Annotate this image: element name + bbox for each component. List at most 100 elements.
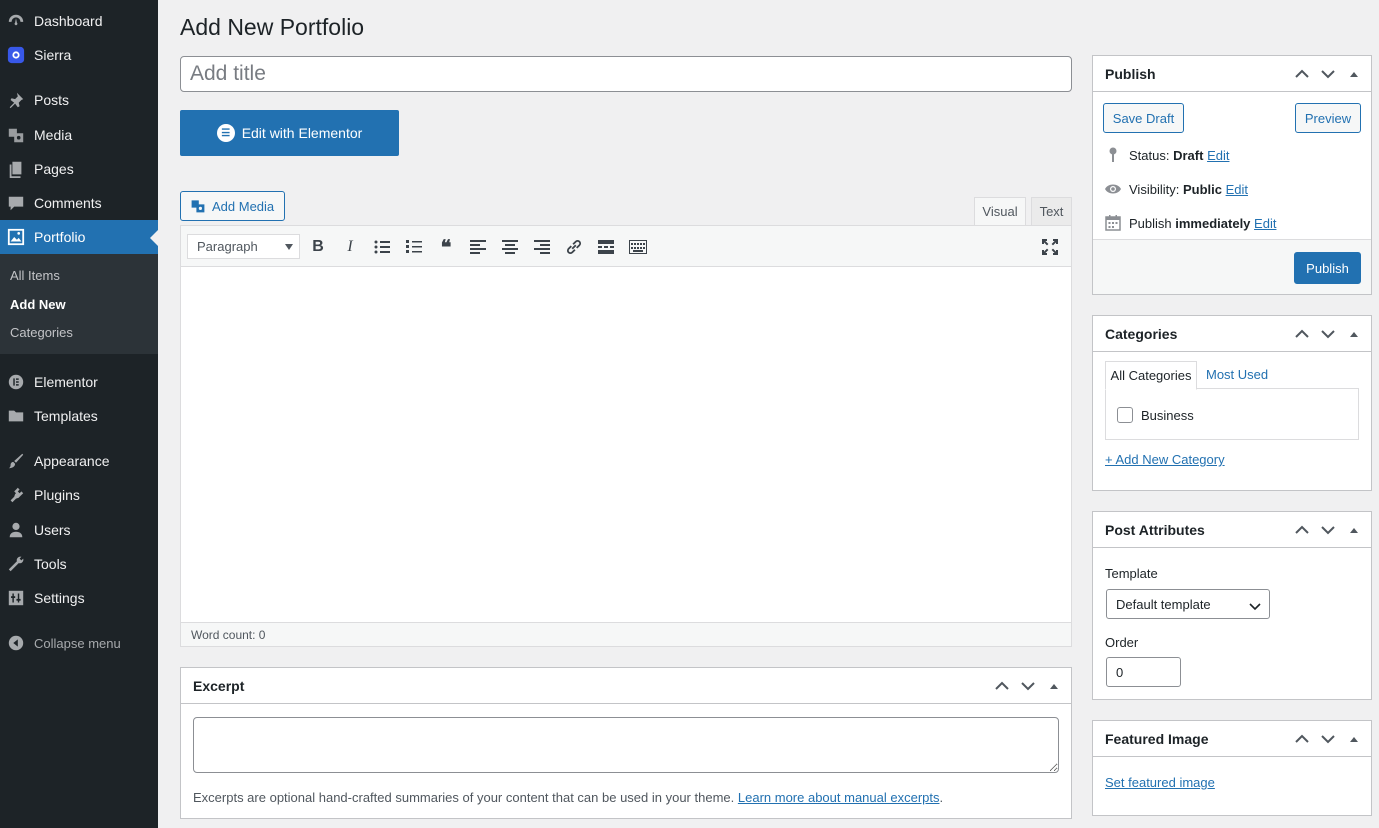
status-value: Draft	[1173, 147, 1204, 163]
align-center-icon[interactable]	[499, 236, 521, 258]
collapse-menu-button[interactable]: Collapse menu	[0, 626, 158, 660]
publish-actions: Publish	[1093, 239, 1371, 294]
sidebar-item-plugins[interactable]: Plugins	[0, 478, 158, 512]
edit-publish-time-link[interactable]: Edit	[1254, 216, 1276, 231]
sidebar-item-pages[interactable]: Pages	[0, 152, 158, 186]
align-left-icon[interactable]	[467, 236, 489, 258]
excerpt-help: Excerpts are optional hand-crafted summa…	[193, 790, 943, 805]
edit-with-elementor-button[interactable]: ☰ Edit with Elementor	[180, 110, 399, 156]
chevron-down-icon	[1249, 599, 1261, 614]
sidebar-item-label: Media	[34, 127, 73, 143]
toggle-arrow-icon[interactable]	[1345, 325, 1363, 343]
template-select[interactable]: Default template	[1106, 589, 1270, 619]
sidebar-item-posts[interactable]: Posts	[0, 83, 158, 117]
tab-most-used[interactable]: Most Used	[1206, 367, 1268, 382]
blockquote-icon[interactable]: ❝	[435, 236, 457, 259]
chevron-up-icon[interactable]	[1293, 65, 1311, 83]
sidebar-item-appearance[interactable]: Appearance	[0, 444, 158, 478]
category-checkbox[interactable]	[1117, 407, 1133, 423]
sidebar-item-label: Sierra	[34, 47, 72, 63]
sidebar-item-label: Portfolio	[34, 229, 86, 245]
learn-more-excerpts-link[interactable]: Learn more about manual excerpts	[738, 790, 940, 805]
wrench-icon	[6, 554, 26, 574]
admin-sidebar: Dashboard Sierra Posts Media Pages Comme…	[0, 0, 158, 828]
chevron-up-icon[interactable]	[1293, 325, 1311, 343]
edit-visibility-link[interactable]: Edit	[1226, 182, 1248, 197]
category-item[interactable]: Business	[1117, 407, 1194, 423]
italic-icon[interactable]: I	[339, 236, 361, 258]
format-select-value: Paragraph	[197, 239, 258, 254]
sidebar-item-portfolio[interactable]: Portfolio	[0, 220, 158, 254]
status-label: Status:	[1129, 147, 1170, 163]
toggle-arrow-icon[interactable]	[1345, 730, 1363, 748]
sidebar-item-tools[interactable]: Tools	[0, 547, 158, 581]
publish-time-label: Publish	[1129, 215, 1172, 231]
sidebar-item-dashboard[interactable]: Dashboard	[0, 4, 158, 38]
categories-title: Categories	[1105, 325, 1178, 342]
submenu-categories[interactable]: Categories	[10, 325, 73, 340]
tab-text[interactable]: Text	[1031, 197, 1072, 226]
sidebar-item-settings[interactable]: Settings	[0, 581, 158, 615]
sidebar-item-label: Comments	[34, 195, 102, 211]
chevron-up-icon[interactable]	[1293, 521, 1311, 539]
add-new-category-link[interactable]: + Add New Category	[1105, 452, 1225, 467]
edit-status-link[interactable]: Edit	[1207, 148, 1229, 163]
bold-icon[interactable]: B	[307, 236, 329, 258]
editor-toolbar: Paragraph B I ❝	[181, 226, 1071, 267]
post-title-input[interactable]	[180, 56, 1072, 92]
chevron-up-icon[interactable]	[993, 677, 1011, 695]
tab-visual[interactable]: Visual	[974, 197, 1026, 226]
chevron-down-icon[interactable]	[1319, 325, 1337, 343]
publish-button[interactable]: Publish	[1294, 252, 1361, 284]
sidebar-item-label: Dashboard	[34, 13, 103, 29]
format-select[interactable]: Paragraph	[187, 234, 300, 259]
link-icon[interactable]	[563, 236, 585, 258]
sidebar-item-label: Pages	[34, 161, 74, 177]
sidebar-item-elementor[interactable]: Elementor	[0, 365, 158, 399]
toggle-arrow-icon[interactable]	[1045, 677, 1063, 695]
post-attributes-title: Post Attributes	[1105, 521, 1205, 538]
sidebar-item-media[interactable]: Media	[0, 118, 158, 152]
chevron-up-icon[interactable]	[1293, 730, 1311, 748]
read-more-icon[interactable]	[595, 236, 617, 258]
chevron-down-icon[interactable]	[1319, 730, 1337, 748]
bulleted-list-icon[interactable]	[371, 236, 393, 258]
add-media-button[interactable]: Add Media	[180, 191, 285, 221]
visibility-row: Visibility: Public Edit	[1103, 179, 1248, 199]
save-draft-button[interactable]: Save Draft	[1103, 103, 1184, 133]
publish-time-value: immediately	[1175, 215, 1251, 231]
elementor-icon: ☰	[216, 124, 235, 142]
sidebar-item-comments[interactable]: Comments	[0, 186, 158, 220]
numbered-list-icon[interactable]	[403, 236, 425, 258]
align-right-icon[interactable]	[531, 236, 553, 258]
pin-icon	[6, 90, 26, 110]
publish-header: Publish	[1093, 56, 1371, 92]
excerpt-textarea[interactable]	[193, 717, 1059, 773]
chevron-down-icon[interactable]	[1319, 65, 1337, 83]
sidebar-item-label: Appearance	[34, 453, 110, 469]
excerpt-help-end: .	[939, 790, 944, 805]
visibility-value: Public	[1182, 181, 1222, 197]
toggle-arrow-icon[interactable]	[1345, 521, 1363, 539]
toolbar-toggle-icon[interactable]	[627, 236, 649, 258]
sidebar-item-sierra[interactable]: Sierra	[0, 38, 158, 72]
order-input[interactable]: 0	[1106, 657, 1181, 687]
content-editor[interactable]: Paragraph B I ❝ Word count: 0	[180, 225, 1072, 647]
preview-button[interactable]: Preview	[1295, 103, 1361, 133]
set-featured-image-link[interactable]: Set featured image	[1105, 775, 1215, 790]
chevron-down-icon[interactable]	[1019, 677, 1037, 695]
settings-icon	[6, 588, 26, 608]
submenu-all-items[interactable]: All Items	[10, 268, 60, 283]
categories-box: Categories All Categories Most Used Busi…	[1092, 315, 1372, 491]
tab-all-categories[interactable]: All Categories	[1105, 361, 1197, 390]
sidebar-item-templates[interactable]: Templates	[0, 399, 158, 433]
toggle-arrow-icon[interactable]	[1345, 65, 1363, 83]
chevron-down-icon[interactable]	[1319, 521, 1337, 539]
sidebar-item-users[interactable]: Users	[0, 513, 158, 547]
post-attributes-box: Post Attributes Template Default templat…	[1092, 511, 1372, 700]
fullscreen-icon[interactable]	[1039, 236, 1061, 258]
featured-image-header: Featured Image	[1093, 721, 1371, 757]
categories-header: Categories	[1093, 316, 1371, 352]
submenu-add-new[interactable]: Add New	[10, 297, 66, 312]
portfolio-icon	[6, 227, 26, 247]
